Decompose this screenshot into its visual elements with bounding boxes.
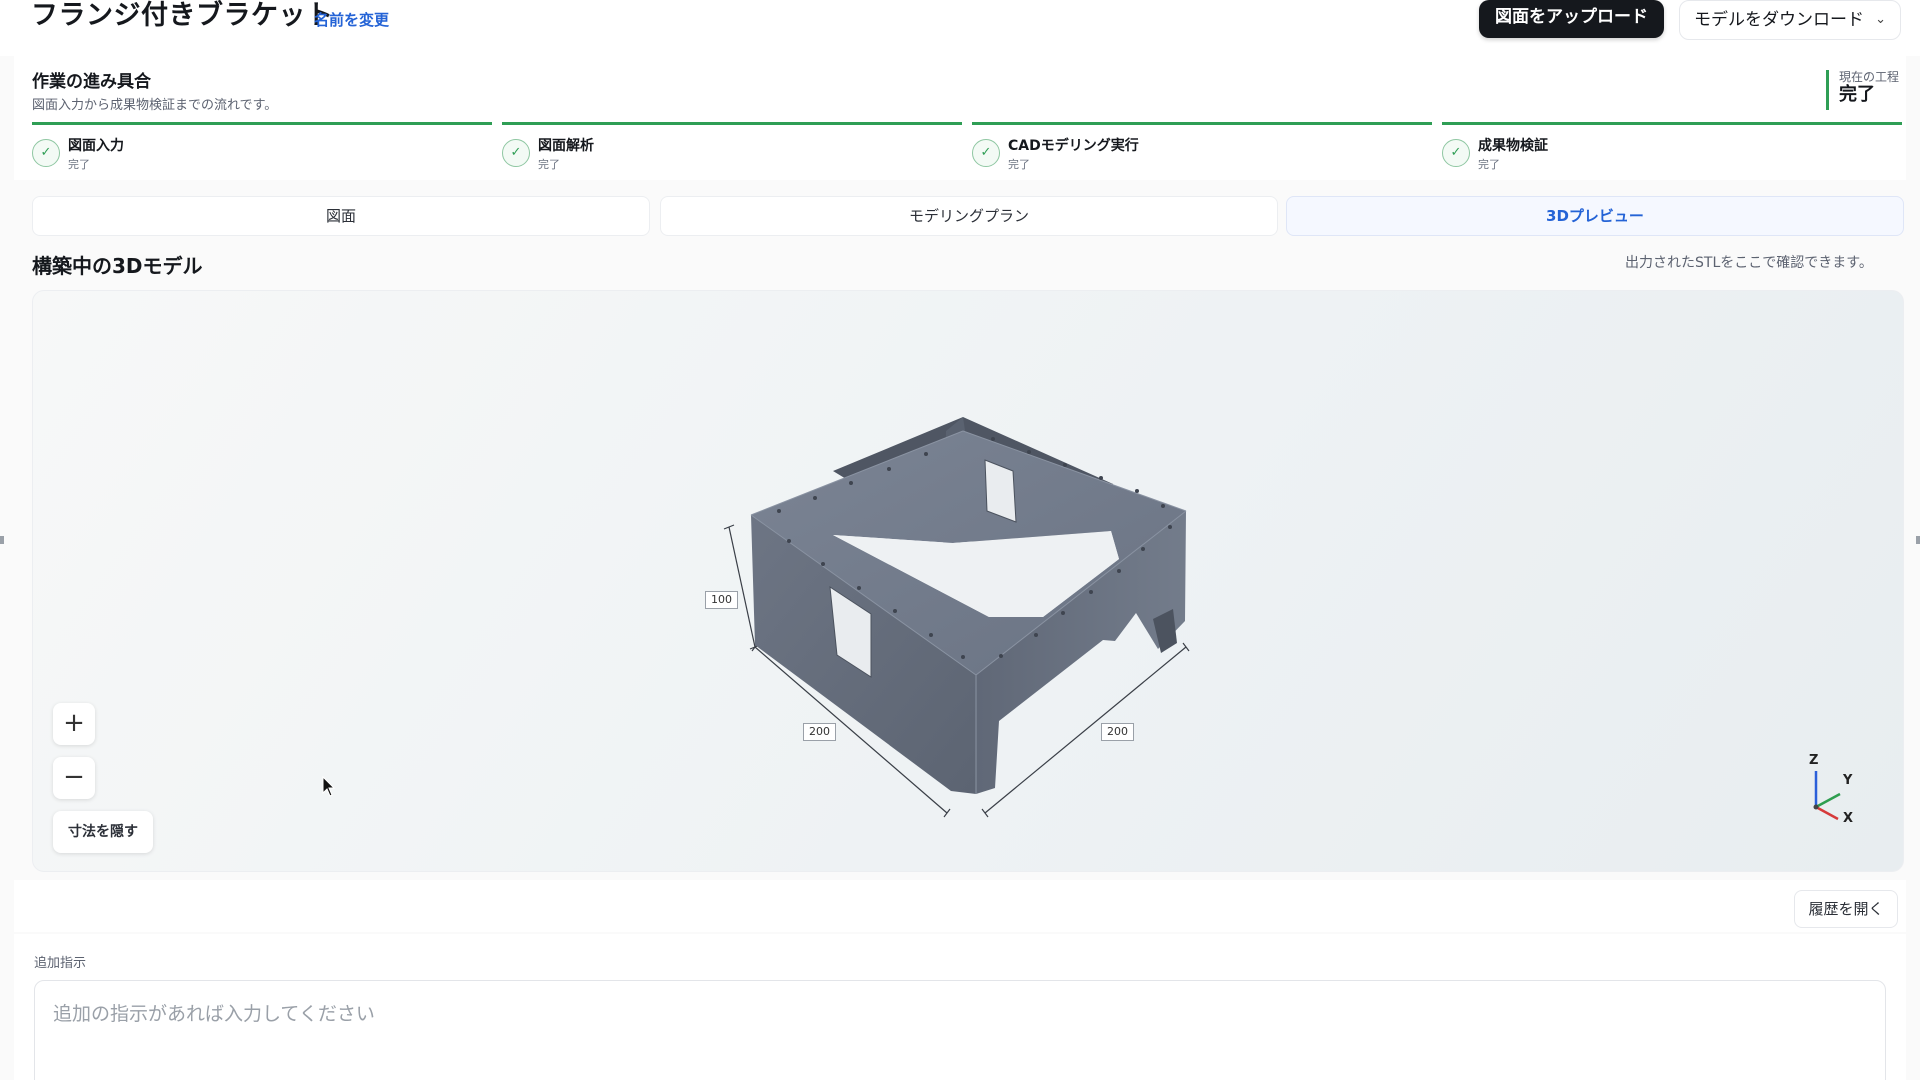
step-state: 完了 (1008, 158, 1030, 171)
download-model-button[interactable]: モデルをダウンロード ⌄ (1679, 0, 1901, 40)
step-name: 図面入力 (68, 138, 124, 154)
check-icon: ✓ (32, 139, 60, 167)
tab-3d-preview[interactable]: 3Dプレビュー (1286, 196, 1904, 236)
3d-viewer[interactable]: 100 200 200 Z Y X + − 寸法を隠す (32, 290, 1904, 872)
step-state: 完了 (538, 158, 560, 171)
bracket-3d-model[interactable] (33, 291, 1904, 872)
current-step-label: 現在の工程 (1839, 70, 1900, 84)
zoom-out-button[interactable]: − (53, 757, 95, 799)
progress-subtitle: 図面入力から成果物検証までの流れです。 (32, 98, 278, 113)
step-state: 完了 (1478, 158, 1500, 171)
axis-label-y: Y (1843, 773, 1853, 788)
progress-title: 作業の進み具合 (32, 72, 151, 92)
axis-label-z: Z (1809, 753, 1819, 768)
app-page: フランジ付きブラケット 名前を変更 図面をアップロード モデルをダウンロード ⌄… (0, 0, 1920, 1080)
upload-drawing-button[interactable]: 図面をアップロード (1479, 0, 1664, 38)
axis-gizmo-icon (1813, 771, 1841, 821)
step-name: 図面解析 (538, 138, 594, 154)
instruction-input[interactable] (34, 980, 1886, 1080)
app-header: フランジ付きブラケット 名前を変更 図面をアップロード モデルをダウンロード ⌄ (0, 0, 1920, 56)
instruction-section: 追加指示 (14, 934, 1906, 1080)
page-title: フランジ付きブラケット (31, 0, 334, 31)
current-step-value: 完了 (1839, 84, 1875, 105)
step-deliverable-verification: ✓ 成果物検証 完了 (1442, 122, 1902, 174)
axis-label-x: X (1843, 811, 1854, 826)
check-icon: ✓ (1442, 139, 1470, 167)
dimension-label-height: 100 (705, 591, 738, 609)
tab-drawing[interactable]: 図面 (32, 196, 650, 236)
check-icon: ✓ (502, 139, 530, 167)
history-row: 履歴を開く (14, 880, 1906, 932)
step-name: 成果物検証 (1478, 138, 1548, 154)
step-drawing-input: ✓ 図面入力 完了 (32, 122, 492, 174)
download-model-label: モデルをダウンロード (1694, 10, 1864, 30)
hide-dimensions-button[interactable]: 寸法を隠す (53, 811, 153, 853)
rename-link[interactable]: 名前を変更 (314, 9, 389, 30)
left-edge-handle[interactable] (0, 536, 4, 544)
preview-hint: 出力されたSTLをここで確認できます。 (1625, 255, 1873, 271)
progress-card: 作業の進み具合 図面入力から成果物検証までの流れです。 現在の工程 完了 ✓ 図… (14, 56, 1906, 180)
mouse-pointer-icon (322, 776, 336, 797)
dimension-label-width: 200 (1101, 723, 1134, 741)
view-tabs: 図面 モデリングプラン 3Dプレビュー (32, 196, 1904, 236)
right-edge-handle[interactable] (1916, 536, 1920, 544)
tab-modeling-plan[interactable]: モデリングプラン (660, 196, 1278, 236)
check-icon: ✓ (972, 139, 1000, 167)
open-history-button[interactable]: 履歴を開く (1794, 890, 1898, 928)
dimension-label-depth: 200 (803, 723, 836, 741)
step-drawing-analysis: ✓ 図面解析 完了 (502, 122, 962, 174)
instruction-label: 追加指示 (34, 956, 87, 971)
current-step-indicator: 現在の工程 完了 (1826, 70, 1899, 110)
step-cad-modeling: ✓ CADモデリング実行 完了 (972, 122, 1432, 174)
zoom-in-button[interactable]: + (53, 703, 95, 745)
preview-title: 構築中の3Dモデル (32, 254, 203, 278)
step-name: CADモデリング実行 (1008, 138, 1139, 154)
step-state: 完了 (68, 158, 90, 171)
chevron-down-icon: ⌄ (1875, 12, 1886, 27)
